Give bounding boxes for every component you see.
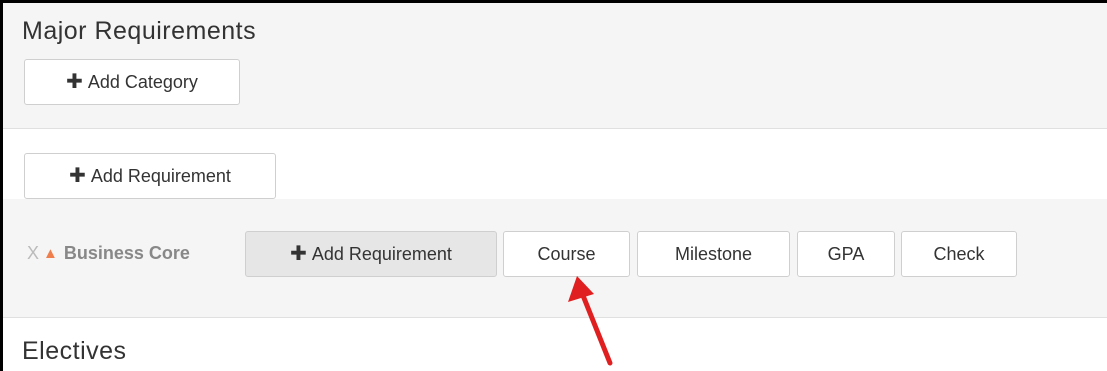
plus-icon: ✚ (69, 165, 86, 187)
add-category-label: Add Category (87, 71, 198, 92)
core-add-requirement-button[interactable]: ✚ Add Requirement (245, 231, 497, 277)
electives-title: Electives (22, 337, 127, 365)
remove-icon[interactable]: X (27, 243, 39, 264)
category-name: Business Core (63, 243, 190, 263)
add-requirement-label: Add Requirement (90, 165, 231, 186)
red-arrow-annotation (568, 276, 613, 366)
major-requirements-title: Major Requirements (22, 17, 257, 45)
warning-triangle-icon: ▲ (43, 245, 58, 262)
milestone-button[interactable]: Milestone (637, 231, 790, 277)
check-button[interactable]: Check (901, 231, 1017, 277)
business-core-label: X ▲ Business Core (27, 243, 190, 264)
core-add-requirement-label: Add Requirement (311, 243, 452, 264)
plus-icon: ✚ (66, 71, 83, 93)
gpa-button[interactable]: GPA (797, 231, 895, 277)
plus-icon: ✚ (290, 243, 307, 265)
add-category-button[interactable]: ✚ Add Category (24, 59, 240, 105)
add-requirement-button[interactable]: ✚ Add Requirement (24, 153, 276, 199)
